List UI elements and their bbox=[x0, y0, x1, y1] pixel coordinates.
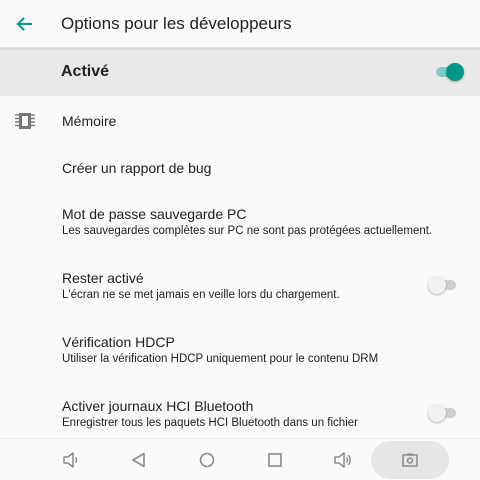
nav-recents-button[interactable] bbox=[255, 439, 295, 480]
arrow-left-icon bbox=[16, 17, 32, 31]
volume-down-icon bbox=[63, 452, 78, 468]
back-button[interactable] bbox=[8, 8, 40, 40]
master-switch-label: Activé bbox=[61, 63, 110, 80]
volume-up-icon bbox=[334, 452, 351, 468]
item-summary: Enregistrer tous les paquets HCI Bluetoo… bbox=[62, 417, 358, 429]
home-circle-icon bbox=[199, 452, 215, 468]
memory-chip-icon bbox=[15, 113, 35, 129]
switch-thumb bbox=[428, 276, 446, 294]
list-item-hdcp-check[interactable]: Vérification HDCP Utiliser la vérificati… bbox=[0, 320, 480, 384]
list-item-bug-report[interactable]: Créer un rapport de bug bbox=[0, 144, 480, 192]
back-triangle-icon bbox=[132, 452, 145, 468]
item-summary: Utiliser la vérification HDCP uniquement… bbox=[62, 353, 379, 365]
volume-down-button[interactable] bbox=[51, 439, 91, 480]
page-title: Options pour les développeurs bbox=[61, 14, 292, 33]
preference-list: Mémoire Créer un rapport de bug Mot de p… bbox=[0, 96, 480, 438]
item-summary: L'écran ne se met jamais en veille lors … bbox=[62, 289, 340, 301]
list-item-memory[interactable]: Mémoire bbox=[0, 96, 480, 144]
list-item-stay-awake[interactable]: Rester activé L'écran ne se met jamais e… bbox=[0, 256, 480, 320]
item-title: Vérification HDCP bbox=[62, 334, 175, 350]
item-title: Créer un rapport de bug bbox=[62, 160, 212, 176]
nav-back-button[interactable] bbox=[119, 439, 159, 480]
app-toolbar: Options pour les développeurs bbox=[0, 0, 480, 48]
bluetooth-hci-toggle-switch[interactable] bbox=[428, 403, 458, 423]
switch-thumb bbox=[446, 63, 464, 81]
item-title: Rester activé bbox=[62, 270, 144, 286]
item-title: Activer journaux HCI Bluetooth bbox=[62, 398, 254, 414]
item-title: Mémoire bbox=[62, 113, 117, 129]
master-switch-bar[interactable]: Activé bbox=[0, 48, 480, 96]
item-title: Mot de passe sauvegarde PC bbox=[62, 206, 247, 222]
list-item-backup-password[interactable]: Mot de passe sauvegarde PC Les sauvegard… bbox=[0, 192, 480, 256]
stay-awake-toggle-switch[interactable] bbox=[428, 275, 458, 295]
screenshot-icon bbox=[402, 453, 418, 467]
system-navigation-bar bbox=[0, 438, 480, 480]
switch-thumb bbox=[428, 404, 446, 422]
list-item-bluetooth-hci-log[interactable]: Activer journaux HCI Bluetooth Enregistr… bbox=[0, 384, 480, 438]
volume-up-button[interactable] bbox=[323, 439, 363, 480]
nav-home-button[interactable] bbox=[187, 439, 227, 480]
screenshot-button[interactable] bbox=[371, 441, 449, 479]
master-toggle-switch[interactable] bbox=[434, 62, 464, 82]
item-summary: Les sauvegardes complètes sur PC ne sont… bbox=[62, 225, 433, 237]
recents-square-icon bbox=[268, 453, 282, 467]
